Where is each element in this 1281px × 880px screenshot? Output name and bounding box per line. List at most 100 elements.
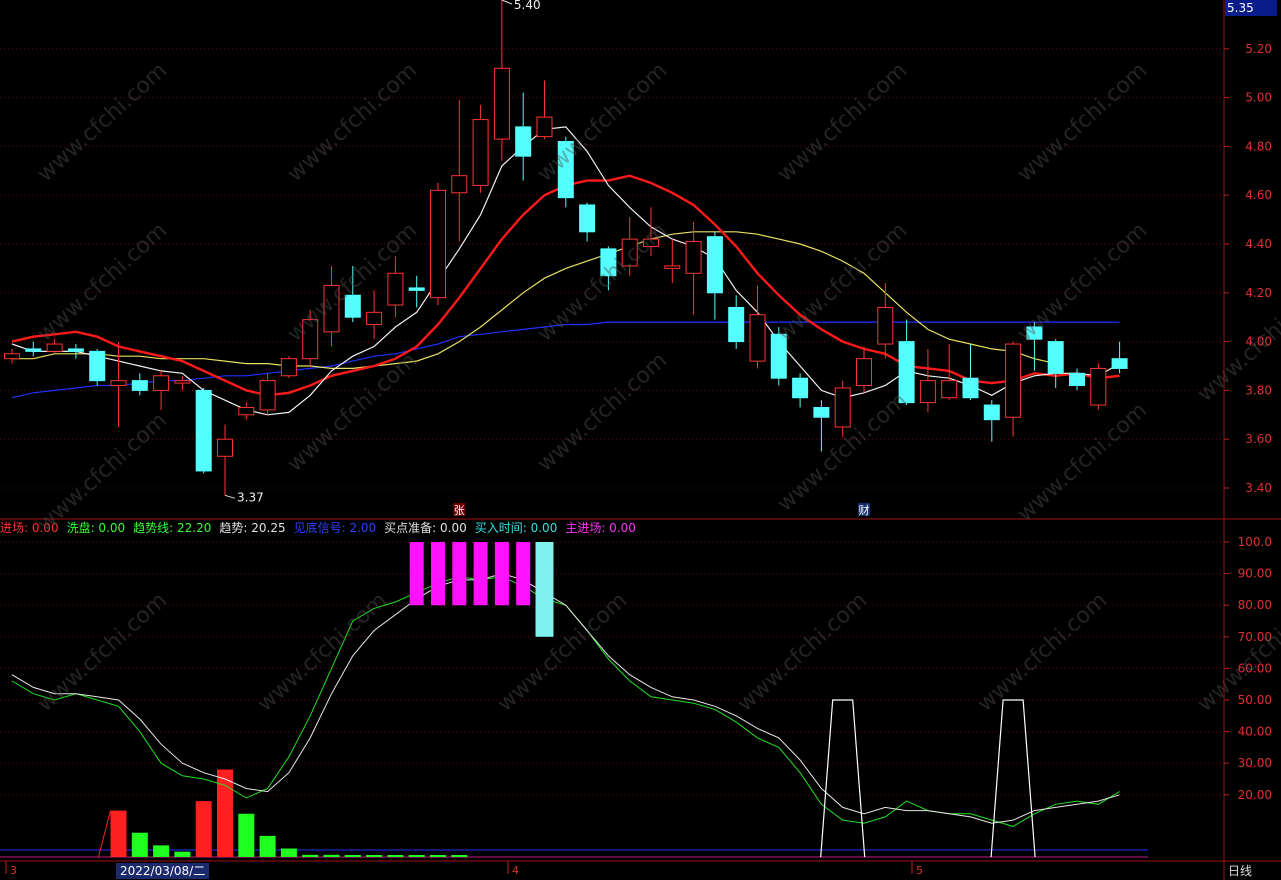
indicator-tick-label: 20.00 [1238,788,1272,802]
candle-body [174,380,191,384]
candlesticks[interactable] [4,0,1128,496]
high-label: 5.40 [514,0,541,12]
candle-body [46,343,63,352]
candle-body [749,314,766,362]
entry-bar [110,810,127,857]
cursor-date-label: 2022/03/08/二 [116,863,210,879]
current-price-label: 5.35 [1225,0,1277,16]
low-label: 3.37 [237,490,264,504]
indicator-tick-label: 70.00 [1238,630,1272,644]
entry-bar [195,801,212,857]
candle-body [67,348,84,352]
candle-body [153,375,170,391]
candle-body [323,284,340,333]
legend-item: 进场: 0.00 [0,521,59,535]
candle-body [579,204,596,233]
candle-body [600,248,617,277]
wash-bar [451,855,468,857]
candle-body [472,119,489,186]
indicator-tick-label: 80.00 [1238,598,1272,612]
candle-body [962,377,979,399]
candle-body [1005,343,1022,418]
annotations: 5.40 3.37 张 财 [224,0,870,517]
period-label[interactable]: 日线 [1228,862,1252,879]
legend-item: 洗盘: 0.00 [66,521,126,535]
wash-bar [153,845,170,857]
grid [0,0,1281,880]
x-tick-label: 4 [512,864,519,877]
main-entry-bar [452,542,467,606]
wash-bar [259,835,276,857]
candle-body [302,319,319,360]
candle-body [259,380,276,411]
indicator-tick-label: 100.0 [1238,535,1272,549]
legend-item: 见底信号: 2.00 [293,521,377,535]
candle-body [493,67,510,140]
candle-body [238,406,255,416]
candle-body [770,333,787,379]
candle-body [4,353,20,360]
candle-body [1069,372,1085,387]
candle-body [1111,358,1128,369]
bottom-signal-spike [990,699,1036,858]
price-tick-label: 4.80 [1245,139,1272,153]
candle-body [557,141,574,199]
wash-bar [408,855,425,857]
wash-bar [366,855,383,857]
price-tick-label: 3.80 [1245,383,1272,397]
candle-body [983,404,1000,421]
main-entry-bar [409,542,424,606]
candle-body [728,306,745,343]
candle-body [706,236,723,294]
candle-body [792,377,809,399]
legend-item: 主进场: 0.00 [565,521,636,535]
candle-body [110,380,127,387]
bottom-signal-spike [820,699,866,858]
price-tick-label: 4.20 [1245,286,1272,300]
price-tick-label: 3.40 [1245,481,1272,495]
price-axis: 5.20 5.00 4.80 4.60 4.40 4.20 4.00 3.80 3.60 3.40… [1224,42,1272,802]
entry-bar [217,769,233,857]
candle-body [515,126,532,157]
price-tick-label: 4.60 [1245,188,1272,202]
candle-body [685,241,702,274]
stock-chart[interactable]: 5.20 5.00 4.80 4.60 4.40 4.20 4.00 3.80 3.60 3.40… [0,0,1281,880]
wash-bar [174,851,191,857]
main-entry-bar [494,542,509,606]
trend-green-line [11,576,1120,827]
candle-body [89,350,106,382]
candle-body [25,348,42,352]
legend-item: 买入时间: 0.00 [474,521,558,535]
price-tick-label: 3.60 [1245,432,1272,446]
candle-body [1026,326,1043,340]
trend-white-line [11,573,1120,824]
candle-body [898,341,915,404]
candle-body [643,238,659,247]
candle-body [195,389,212,472]
price-tick-label: 4.40 [1245,237,1272,251]
candle-body [131,380,148,391]
indicator-tick-label: 90.00 [1238,567,1272,581]
wash-bar [131,832,148,857]
wash-bar [280,848,297,857]
indicator-tick-label: 50.00 [1238,693,1272,707]
candle-body [1090,367,1107,406]
main-entry-bar [516,542,531,606]
price-tick-label: 5.20 [1245,42,1272,56]
zhang-marker: 张 [454,504,465,517]
x-tick-label: 3 [10,864,17,877]
legend-item: 趋势线: 22.20 [133,521,212,535]
candle-body [834,387,851,428]
legend-item: 趋势: 20.25 [219,521,286,535]
high-pointer [501,0,513,5]
price-tick-label: 5.00 [1245,91,1272,105]
candle-body [813,406,830,418]
indicator-legend: 进场: 0.00 洗盘: 0.00 趋势线: 22.20 趋势: 20.25 见底信号:… [0,520,644,536]
candle-body [941,380,958,399]
candle-body [856,358,872,387]
wash-bar [344,855,361,857]
candle-body [621,238,638,267]
candle-body [919,380,936,404]
indicator-tick-label: 60.00 [1238,661,1272,675]
candle-body [366,311,383,326]
